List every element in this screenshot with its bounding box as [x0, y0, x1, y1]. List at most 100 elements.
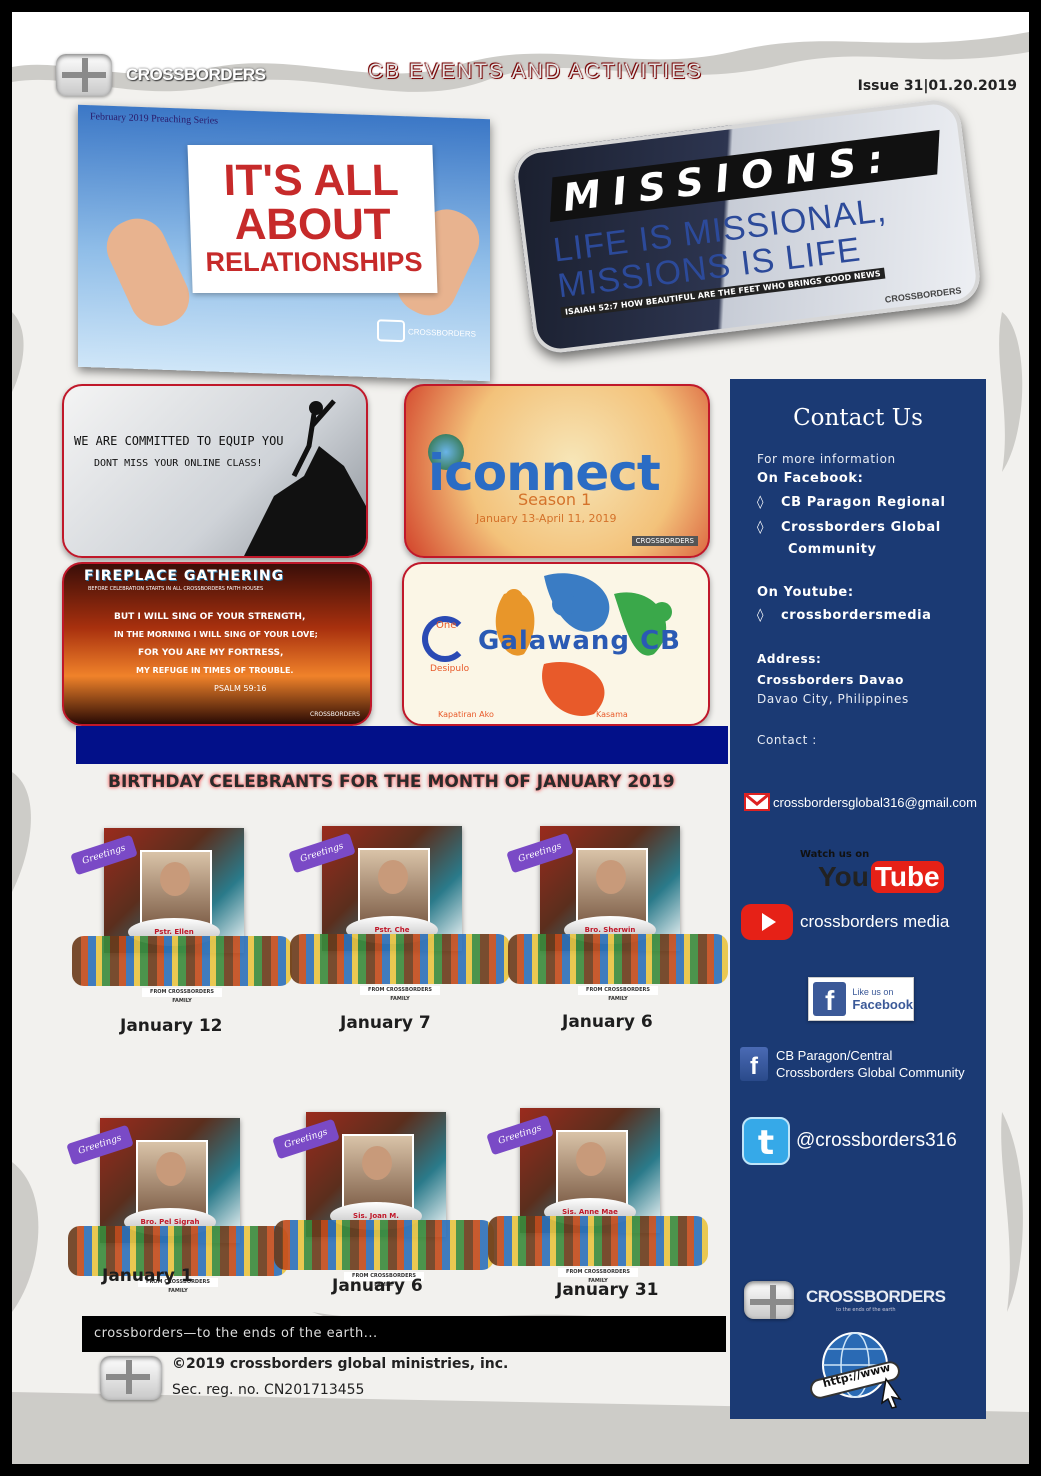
relationships-logo-text: CROSSBORDERS: [407, 326, 476, 339]
climber-silhouette-icon: [244, 399, 366, 556]
tagline-bar: crossborders—to the ends of the earth...: [82, 1316, 726, 1352]
galawang-word-3: Kapatiran Ako: [438, 710, 494, 719]
facebook-page-line-2: Crossborders Global Community: [776, 1065, 965, 1080]
birthday-date: January 12: [120, 1016, 223, 1036]
galawang-word-1: One: [436, 620, 457, 631]
iconnect-card: iconnect Season 1 January 13-April 11, 2…: [404, 384, 710, 558]
like-facebook-label: Facebook: [852, 996, 913, 1012]
youtube-logo-tube: Tube: [870, 861, 944, 893]
family-collage: [290, 934, 510, 984]
banner-title: CB EVENTS AND ACTIVITIES: [368, 60, 704, 83]
fireplace-line-4: MY REFUGE IN TIMES OF TROUBLE.: [136, 666, 294, 675]
galawang-word-4: Kasama: [596, 710, 628, 719]
fireplace-logo-text: CROSSBORDERS: [310, 711, 360, 718]
left-hand: [97, 209, 199, 335]
relationships-series-image: February 2019 Preaching Series IT'S ALL …: [78, 104, 490, 382]
copyright-text: ©2019 crossborders global ministries, in…: [172, 1356, 509, 1372]
watch-us-label: Watch us on: [800, 849, 870, 860]
email-address: crossbordersglobal316@gmail.com: [773, 794, 977, 810]
facebook-item-paragon[interactable]: ◊ CB Paragon Regional: [757, 495, 946, 510]
family-collage: [72, 936, 292, 986]
family-label: FROM CROSSBORDERS FAMILY: [142, 988, 222, 1004]
missions-banner: MISSIONS: LIFE IS MISSIONAL, MISSIONS IS…: [511, 97, 983, 356]
fireplace-line-2: IN THE MORNING I WILL SING OF YOUR LOVE;: [114, 630, 318, 639]
celebrant-name: Bro. Pel Sigrah: [140, 1218, 200, 1226]
svg-text:t: t: [758, 1123, 774, 1163]
relationships-sign: IT'S ALL ABOUT RELATIONSHIPS: [187, 144, 438, 294]
facebook-icon: f: [813, 982, 847, 1016]
youtube-logo-you: You: [818, 861, 869, 892]
relationships-logo-icon: [376, 319, 405, 343]
more-info-label: For more information: [757, 452, 896, 466]
facebook-item-label-cont: Community: [788, 542, 877, 557]
iconnect-logo-text: CROSSBORDERS: [631, 536, 698, 546]
diamond-bullet-icon: ◊: [757, 520, 765, 535]
contact-sidebar: Contact Us For more information On Faceb…: [730, 379, 986, 1419]
youtube-logo-icon: You Tube: [818, 861, 944, 893]
youtube-channel-link[interactable]: crossborders media: [740, 903, 949, 941]
family-collage: [274, 1220, 494, 1270]
birthday-card: Greetings Pstr. Che FROM CROSSBORDERS FA…: [288, 826, 510, 1002]
facebook-page-link[interactable]: f CB Paragon/Central Crossborders Global…: [740, 1047, 965, 1081]
relationships-logo: CROSSBORDERS: [376, 319, 476, 344]
sign-line-1: IT'S ALL: [222, 155, 400, 205]
youtube-play-icon: [741, 904, 793, 940]
address-label: Address:: [757, 652, 822, 666]
family-label: FROM CROSSBORDERS FAMILY: [578, 986, 658, 1002]
facebook-page-icon: f: [740, 1047, 768, 1081]
email-icon: [744, 793, 770, 811]
celebrant-name: Sis. Anne Mae: [562, 1208, 618, 1216]
sidebar-logo-text: CROSSBORDERS: [806, 1287, 946, 1306]
website-globe-link[interactable]: http://www: [800, 1329, 910, 1409]
birthday-date: January 31: [556, 1280, 659, 1300]
youtube-channel-name: crossborders media: [800, 912, 950, 931]
facebook-item-label: CB Paragon Regional: [781, 495, 946, 510]
facebook-like-button[interactable]: f Like us on Facebook: [808, 977, 914, 1021]
registration-number: Sec. reg. no. CN201713455: [172, 1382, 365, 1398]
diamond-bullet-icon: ◊: [757, 495, 765, 510]
missions-logo-text: CROSSBORDERS: [884, 285, 962, 305]
newsletter-page: CROSSBORDERS CB EVENTS AND ACTIVITIES Is…: [12, 12, 1029, 1464]
sidebar-logo: CROSSBORDERS to the ends of the earth: [744, 1281, 946, 1319]
youtube-label: On Youtube:: [757, 585, 854, 600]
footer-logo-mark: [100, 1356, 162, 1400]
twitter-handle: @crossborders316: [796, 1130, 957, 1151]
email-link[interactable]: crossbordersglobal316@gmail.com: [744, 792, 977, 812]
section-divider-bar: [76, 726, 728, 764]
series-label: February 2019 Preaching Series: [90, 111, 219, 127]
birthday-date: January 7: [340, 1013, 431, 1033]
twitter-link[interactable]: t @crossborders316: [742, 1117, 957, 1165]
birthday-date: January 6: [332, 1276, 423, 1296]
facebook-item-label: Crossborders Global: [781, 520, 941, 535]
fireplace-verse: PSALM 59:16: [214, 684, 267, 693]
facebook-page-line-1: CB Paragon/Central: [776, 1048, 893, 1063]
birthday-date: January 6: [562, 1012, 653, 1032]
crossborders-logo: CROSSBORDERS: [56, 54, 266, 96]
celebrant-name: Pstr. Che: [374, 926, 410, 934]
celebrant-name: Pstr. Ellen: [154, 928, 194, 936]
galawang-word-2: Desipulo: [430, 664, 470, 674]
address-line-1: Crossborders Davao: [757, 673, 904, 687]
fireplace-card: FIREPLACE GATHERING BEFORE CELEBRATION S…: [62, 562, 372, 726]
youtube-item[interactable]: ◊ crossbordersmedia: [757, 608, 932, 623]
fireplace-title: FIREPLACE GATHERING: [84, 568, 285, 584]
celebrant-name: Bro. Sherwin: [584, 926, 636, 934]
fireplace-line-1: BUT I WILL SING OF YOUR STRENGTH,: [114, 612, 306, 622]
crossborders-logo-mark: [56, 54, 112, 96]
family-collage: [488, 1216, 708, 1266]
birthday-section-title: BIRTHDAY CELEBRANTS FOR THE MONTH OF JAN…: [108, 772, 675, 792]
diamond-bullet-icon: ◊: [757, 608, 765, 623]
sidebar-logo-sub: to the ends of the earth: [836, 1307, 896, 1313]
birthday-card: Greetings Sis. Anne Mae FROM CROSSBORDER…: [486, 1108, 708, 1284]
birthday-card: Greetings Sis. Joan M. FROM CROSSBORDERS…: [272, 1112, 494, 1288]
family-collage: [508, 934, 728, 984]
crossborders-logo-text: CROSSBORDERS: [126, 65, 266, 84]
youtube-item-label: crossbordersmedia: [781, 608, 932, 623]
iconnect-season: Season 1: [518, 490, 592, 509]
contact-title: Contact Us: [793, 405, 923, 431]
facebook-item-global[interactable]: ◊ Crossborders Global: [757, 520, 941, 535]
sidebar-logo-mark: [744, 1281, 794, 1319]
galawang-title: Galawang CB: [478, 626, 681, 656]
birthday-card: Greetings Pstr. Ellen FROM CROSSBORDERS …: [70, 828, 292, 1004]
contact-label: Contact :: [757, 733, 817, 747]
